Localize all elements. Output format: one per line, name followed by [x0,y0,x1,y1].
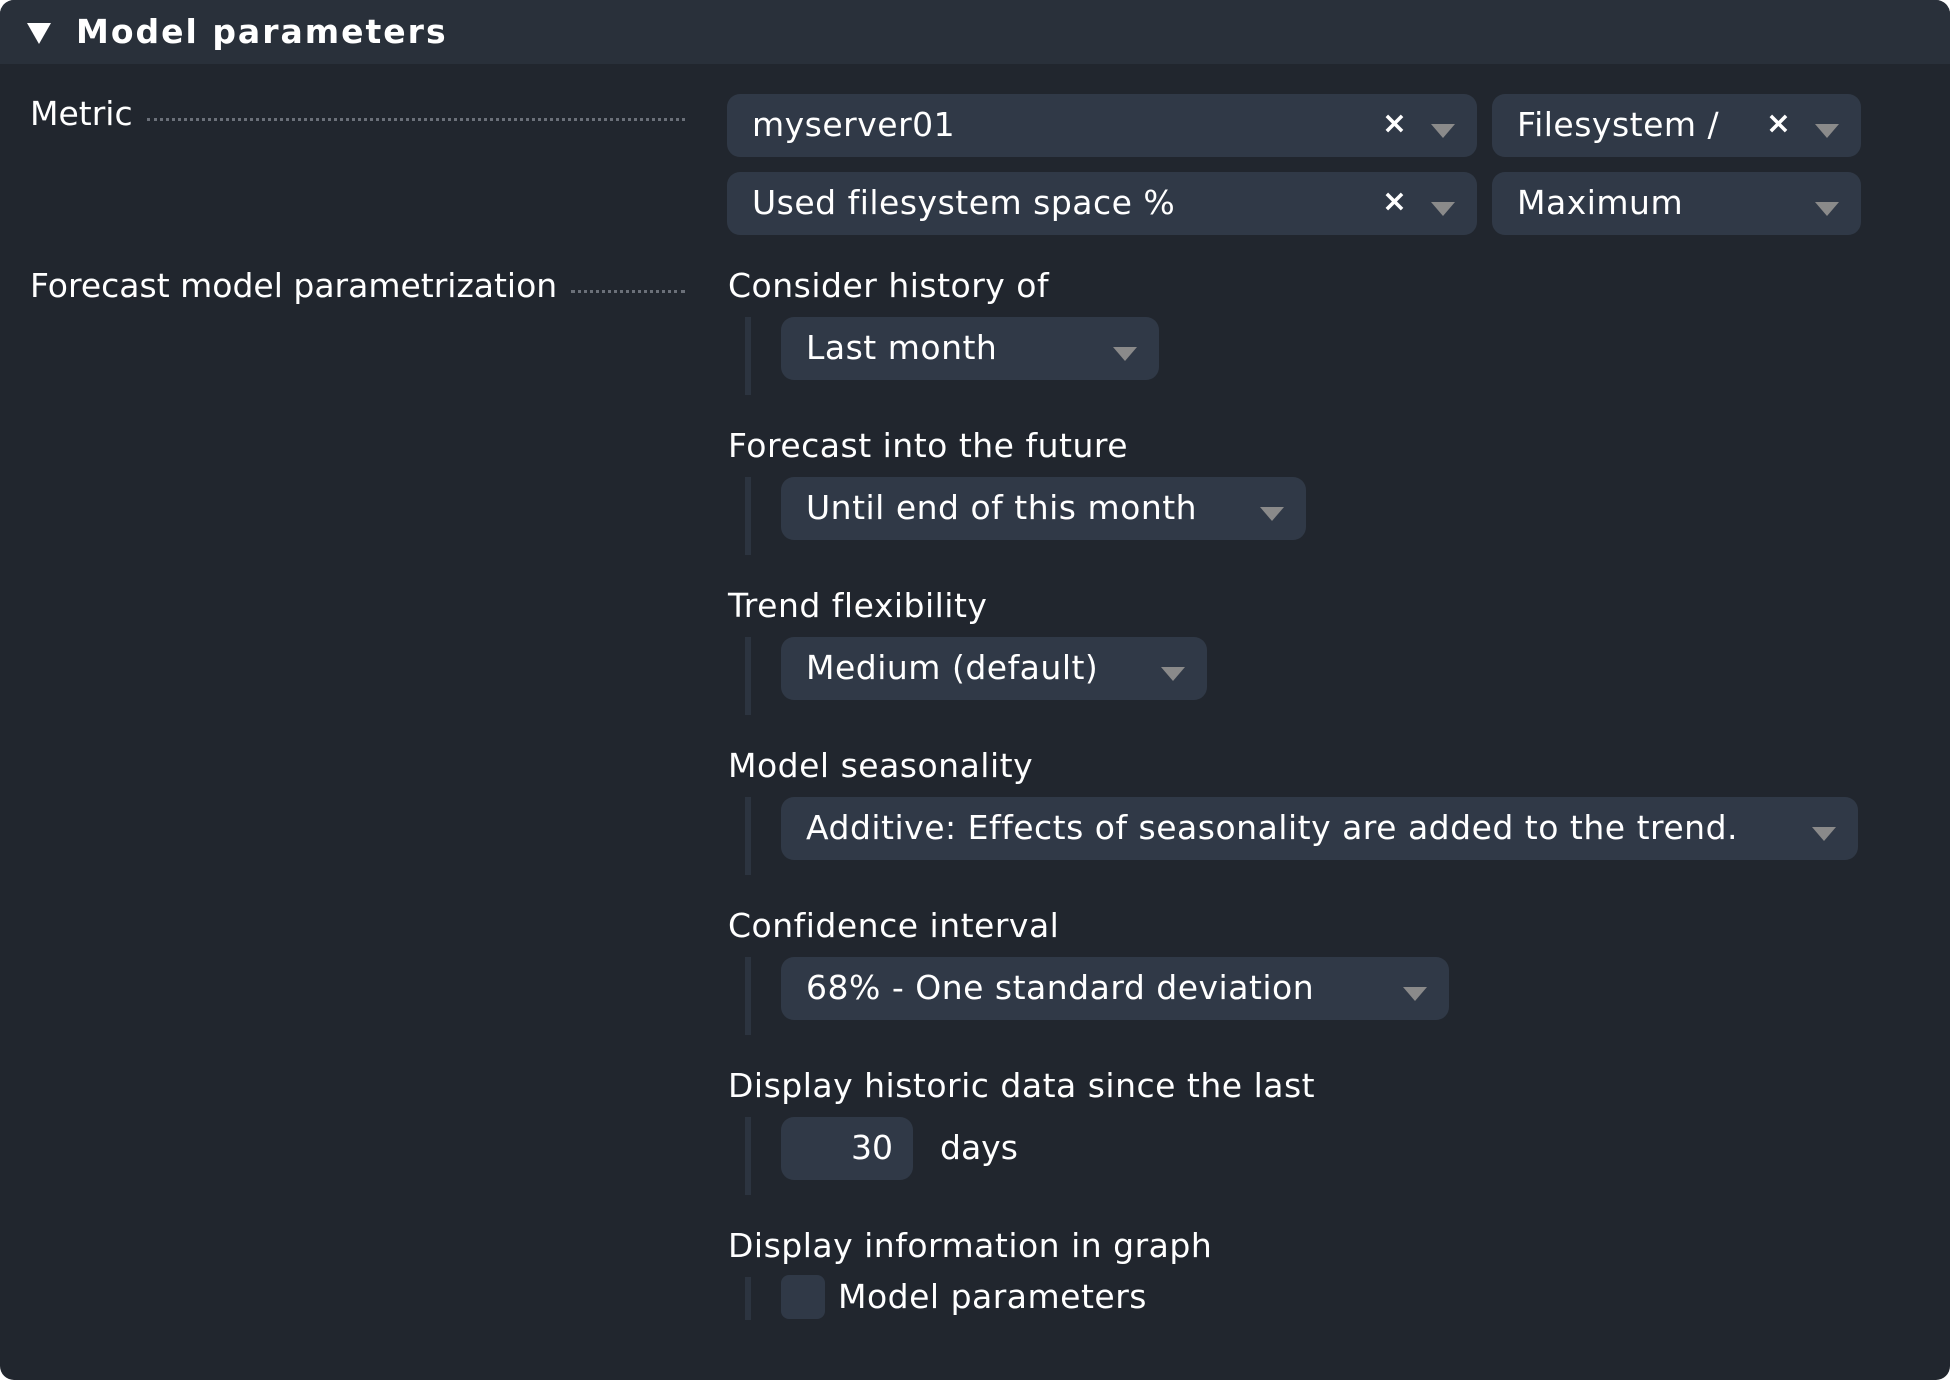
seasonality-label: Model seasonality [728,746,1034,785]
metric-select-value: Used filesystem space % [752,183,1176,222]
history-label: Consider history of [728,266,1050,305]
model-parameters-checkbox[interactable] [781,1275,825,1319]
host-select-value: myserver01 [752,105,956,144]
chevron-down-icon[interactable] [1113,347,1137,361]
chevron-down-icon[interactable] [1815,202,1839,216]
triangle-down-icon[interactable] [27,23,51,44]
dotted-leader [571,264,685,293]
history-select[interactable]: Last month [781,317,1159,380]
service-select[interactable]: Filesystem / × [1492,94,1861,157]
forecast-legend: Forecast model parametrization [30,264,685,308]
historic-days-value: 30 [851,1128,893,1167]
future-select[interactable]: Until end of this month [781,477,1306,540]
consolidation-select-value: Maximum [1517,183,1684,222]
model-parameters-checkbox-label[interactable]: Model parameters [838,1275,1147,1319]
clear-service-icon[interactable]: × [1766,104,1791,144]
seasonality-select-value: Additive: Effects of seasonality are add… [806,808,1739,847]
confidence-select-value: 68% - One standard deviation [806,968,1315,1007]
service-select-value: Filesystem / [1517,105,1720,144]
confidence-label: Confidence interval [728,906,1060,945]
indent-bar [745,317,751,395]
indent-bar [745,477,751,555]
panel-header[interactable]: Model parameters [0,0,1950,64]
display-info-label: Display information in graph [728,1226,1213,1265]
metric-legend-text: Metric [30,94,133,133]
chevron-down-icon[interactable] [1812,827,1836,841]
trend-select[interactable]: Medium (default) [781,637,1207,700]
indent-bar [745,1117,751,1195]
history-select-value: Last month [806,328,998,367]
clear-host-icon[interactable]: × [1382,104,1407,144]
trend-label: Trend flexibility [728,586,988,625]
dotted-leader [146,92,685,121]
chevron-down-icon[interactable] [1161,667,1185,681]
future-select-value: Until end of this month [806,488,1198,527]
chevron-down-icon[interactable] [1260,507,1284,521]
consolidation-select[interactable]: Maximum [1492,172,1861,235]
chevron-down-icon[interactable] [1431,202,1455,216]
host-select[interactable]: myserver01 × [727,94,1477,157]
historic-days-unit: days [940,1128,1018,1167]
seasonality-select[interactable]: Additive: Effects of seasonality are add… [781,797,1858,860]
clear-metric-icon[interactable]: × [1382,182,1407,222]
indent-bar [745,957,751,1035]
indent-bar [745,1277,751,1320]
metric-legend: Metric [30,92,685,136]
future-label: Forecast into the future [728,426,1129,465]
forecast-legend-text: Forecast model parametrization [30,266,558,305]
historic-days-input[interactable]: 30 [781,1117,913,1180]
trend-select-value: Medium (default) [806,648,1099,687]
chevron-down-icon[interactable] [1815,124,1839,138]
indent-bar [745,637,751,715]
historic-label: Display historic data since the last [728,1066,1316,1105]
model-parameters-panel: Model parameters Metric myserver01 × Fil… [0,0,1950,1380]
chevron-down-icon[interactable] [1431,124,1455,138]
panel-title: Model parameters [76,12,448,51]
chevron-down-icon[interactable] [1403,987,1427,1001]
confidence-select[interactable]: 68% - One standard deviation [781,957,1449,1020]
metric-select[interactable]: Used filesystem space % × [727,172,1477,235]
indent-bar [745,797,751,875]
